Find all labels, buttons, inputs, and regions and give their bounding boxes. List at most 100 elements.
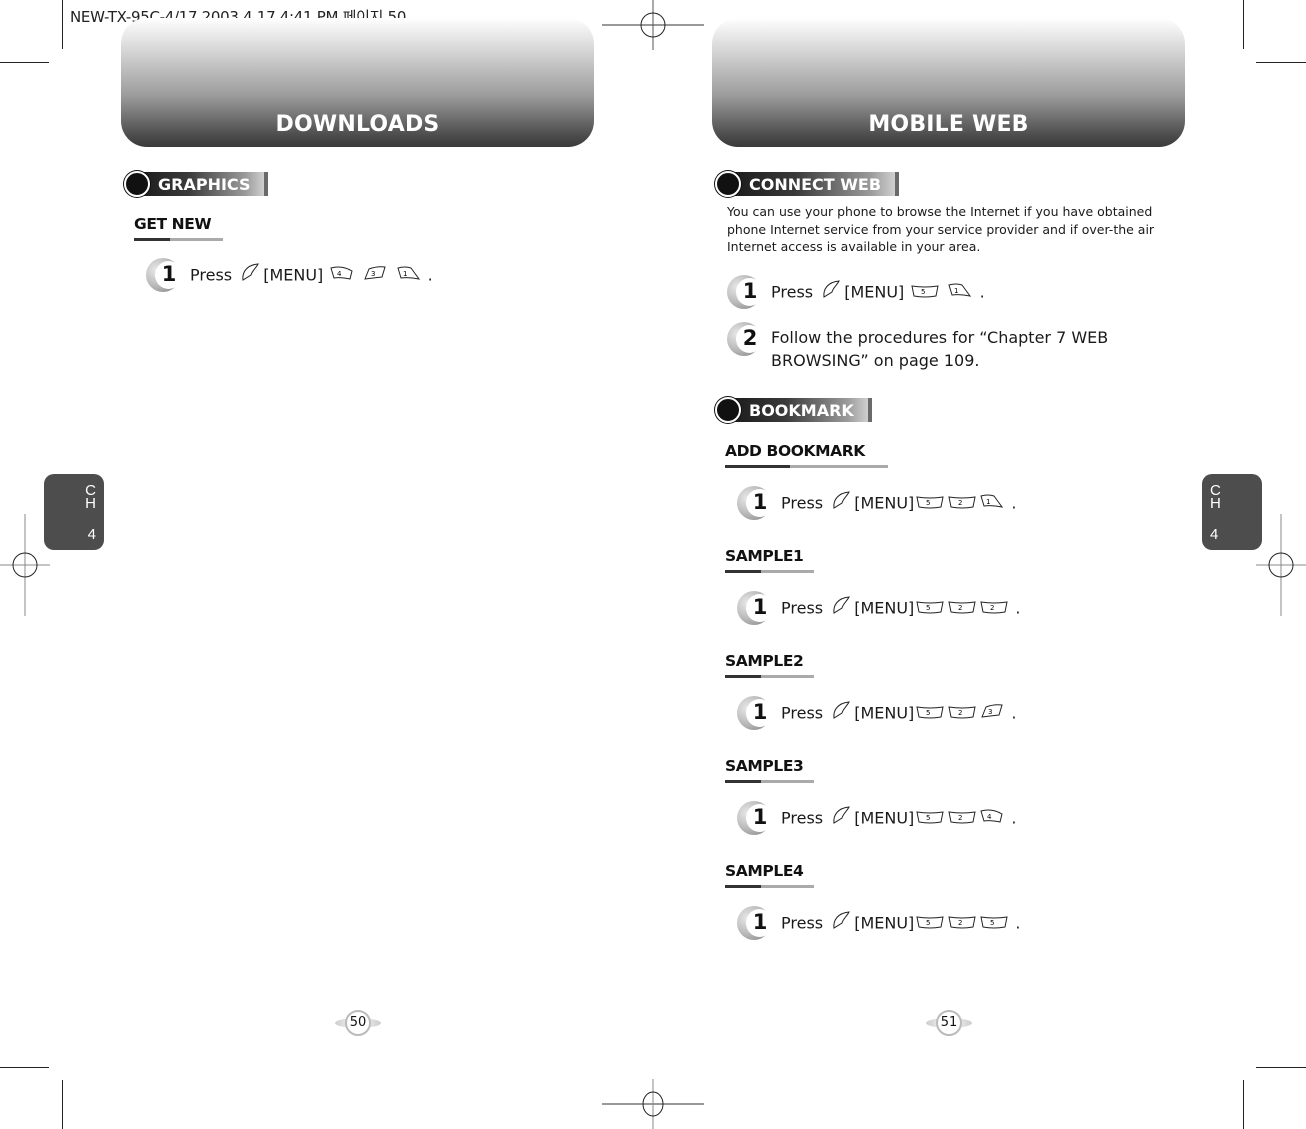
chapter-number: 4 [1210, 526, 1219, 543]
svg-text:2: 2 [958, 709, 962, 717]
svg-text:5: 5 [921, 288, 925, 296]
step-text: Press [MENU] 5 2 4 . [781, 801, 1016, 831]
subsection-heading: GET NEW [134, 215, 223, 241]
key-5-icon: 5 [911, 281, 940, 304]
heading-rule [725, 465, 888, 468]
chapter-number: 4 [87, 526, 96, 543]
step-number-badge: 2 [727, 322, 763, 356]
subsection-heading-text: SAMPLE4 [725, 862, 804, 880]
crop-mark [1243, 1080, 1244, 1129]
step-text: Press [MENU] 5 2 5 . [781, 906, 1020, 936]
heading-rule [725, 780, 814, 783]
svg-text:5: 5 [926, 814, 930, 822]
heading-rule [725, 570, 814, 573]
subsection-heading-text: ADD BOOKMARK [725, 442, 865, 460]
key-2-icon: 2 [948, 807, 976, 830]
page-banner-left: DOWNLOADS [121, 18, 594, 147]
svg-text:4: 4 [337, 270, 342, 278]
key-1-icon: 1 [948, 281, 972, 304]
bullet-icon [715, 171, 741, 197]
bullet-icon [124, 171, 150, 197]
crop-mark [1256, 62, 1306, 63]
registration-mark-top [602, 0, 704, 50]
subsection-heading-text: SAMPLE2 [725, 652, 804, 670]
key-5-icon: 5 [980, 912, 1008, 935]
svg-text:2: 2 [990, 604, 994, 612]
chapter-tab-right: C H 4 [1202, 474, 1262, 550]
svg-text:1: 1 [954, 287, 958, 295]
menu-softkey-icon [830, 490, 852, 516]
key-5-icon: 5 [916, 702, 944, 725]
step-text: Press [MENU] 5 2 2 . [781, 591, 1020, 621]
subsection-heading: SAMPLE2 [725, 652, 814, 678]
section-tag-bookmark: BOOKMARK [715, 397, 872, 423]
page-title: DOWNLOADS [275, 112, 440, 137]
key-3-icon: 3 [363, 264, 387, 287]
crop-mark [62, 0, 63, 49]
svg-text:4: 4 [987, 813, 992, 821]
section-tag-label: CONNECT WEB [729, 172, 900, 196]
svg-text:2: 2 [958, 814, 962, 822]
step-number-badge: 1 [737, 591, 773, 625]
step-text: Press [MENU] 5 1 . [771, 275, 985, 305]
key-5-icon: 5 [916, 807, 944, 830]
step-item: 1 Press [MENU] 5 2 3 . [737, 696, 1016, 730]
svg-text:2: 2 [958, 499, 962, 507]
chapter-tab-letter: H [1210, 495, 1221, 512]
menu-softkey-icon [239, 262, 261, 288]
svg-text:5: 5 [926, 604, 930, 612]
chapter-tab-left: C H 4 [44, 474, 104, 550]
subsection-heading-text: GET NEW [134, 215, 212, 233]
menu-softkey-icon [830, 700, 852, 726]
svg-text:5: 5 [926, 499, 930, 507]
page-number-text: 50 [345, 1010, 371, 1036]
step-text: Follow the procedures for “Chapter 7 WEB… [771, 328, 1109, 370]
step-item: 1 Press [MENU] 4 3 1 . [146, 258, 433, 292]
section-tag-label: BOOKMARK [729, 398, 872, 422]
key-4-icon: 4 [980, 807, 1004, 830]
registration-mark-right [1256, 514, 1306, 616]
step-item: 1 Press [MENU] 5 2 1 . [737, 486, 1016, 520]
svg-text:3: 3 [371, 270, 375, 278]
svg-text:2: 2 [958, 919, 962, 927]
key-4-icon: 4 [330, 264, 354, 287]
heading-rule [725, 885, 814, 888]
section-tag-label: GRAPHICS [138, 172, 269, 196]
svg-text:5: 5 [926, 919, 930, 927]
section-tag-connect-web: CONNECT WEB [715, 171, 900, 197]
section-tag-graphics: GRAPHICS [124, 171, 269, 197]
step-text: Press [MENU] 5 2 3 . [781, 696, 1016, 726]
svg-text:5: 5 [990, 919, 994, 927]
svg-text:1: 1 [403, 270, 407, 278]
subsection-heading: SAMPLE4 [725, 862, 814, 888]
heading-rule [134, 238, 223, 241]
subsection-heading: SAMPLE3 [725, 757, 814, 783]
step-number-badge: 1 [146, 258, 182, 292]
step-number-badge: 1 [727, 275, 763, 309]
step-number-badge: 1 [737, 486, 773, 520]
crop-mark [1256, 1067, 1306, 1068]
menu-softkey-icon [830, 910, 852, 936]
key-2-icon: 2 [980, 597, 1008, 620]
key-5-icon: 5 [916, 492, 944, 515]
svg-text:3: 3 [988, 708, 992, 716]
menu-softkey-icon [820, 279, 842, 305]
key-2-icon: 2 [948, 597, 976, 620]
key-2-icon: 2 [948, 492, 976, 515]
crop-mark [62, 1080, 63, 1129]
step-item: 1 Press [MENU] 5 1 . [727, 275, 985, 309]
step-text: Press [MENU] 5 2 1 . [781, 486, 1016, 516]
subsection-heading: ADD BOOKMARK [725, 442, 888, 468]
step-number-badge: 1 [737, 801, 773, 835]
crop-mark [0, 1067, 49, 1068]
subsection-heading: SAMPLE1 [725, 547, 814, 573]
svg-text:1: 1 [986, 498, 990, 506]
step-number-badge: 1 [737, 696, 773, 730]
key-3-icon: 3 [980, 702, 1004, 725]
crop-mark [1243, 0, 1244, 49]
bullet-icon [715, 397, 741, 423]
chapter-tab-letter: H [85, 495, 96, 512]
subsection-heading-text: SAMPLE1 [725, 547, 804, 565]
heading-rule [725, 675, 814, 678]
key-2-icon: 2 [948, 702, 976, 725]
